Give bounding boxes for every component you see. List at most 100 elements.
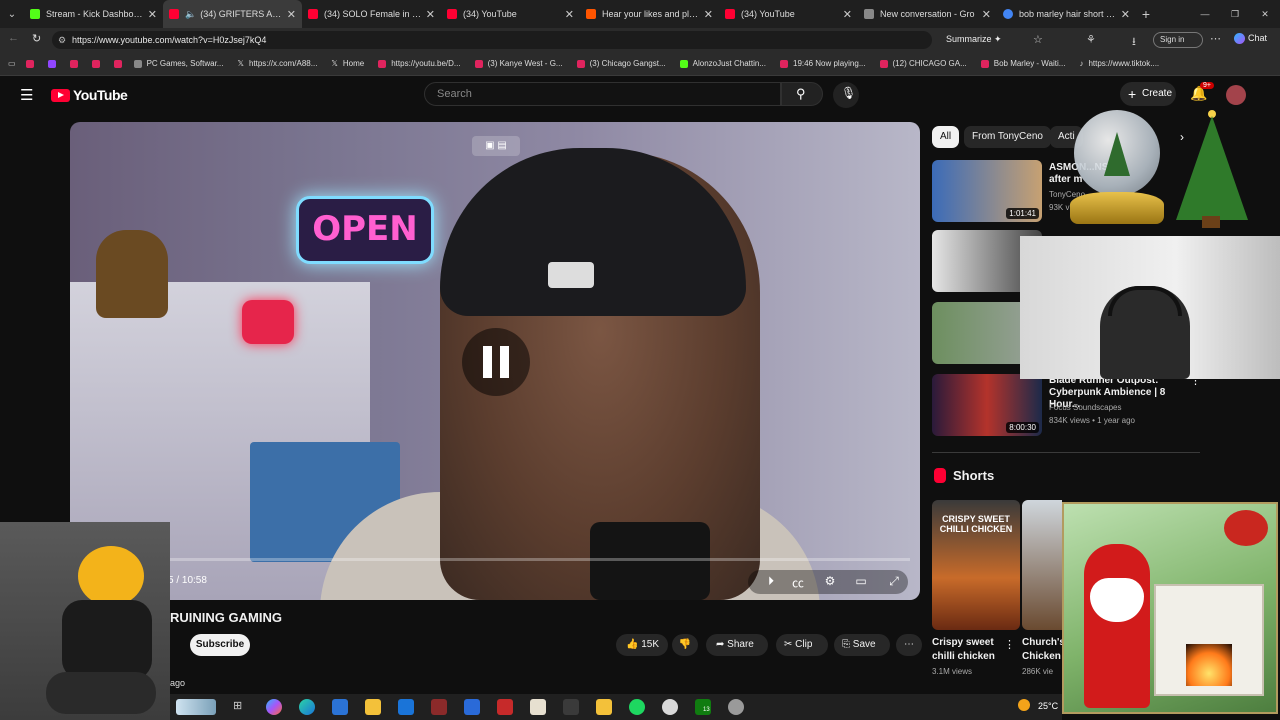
close-tab-icon[interactable]: ✕ — [287, 8, 296, 21]
captions-icon[interactable]: ㏄ — [789, 574, 807, 590]
bookmark-item[interactable]: 19:46 Now playing... — [780, 59, 866, 68]
video-player[interactable]: OPEN ▣ ▤ ⏵ ㏄ ⚙ ▭ ⤢ — [70, 122, 920, 600]
browser-tab-active[interactable]: 🔈(34) GRIFTERS ARE RUIN✕ — [163, 0, 302, 28]
speaker-icon[interactable]: 🔈 — [185, 9, 196, 20]
browser-tab[interactable]: (34) SOLO Female in INDIA✕ — [302, 0, 441, 28]
clip-button[interactable]: ✂ Clip — [776, 634, 828, 656]
browser-tab[interactable]: bob marley hair short freefo✕ — [997, 0, 1136, 28]
bookmark-item[interactable]: 𝕏https://x.com/A88... — [237, 59, 317, 68]
app-icon[interactable] — [728, 699, 744, 715]
short-more-icon[interactable]: ⋮ — [1004, 638, 1015, 651]
extensions-icon[interactable]: ⚘ — [1086, 33, 1096, 46]
youtube-bookmark-icon[interactable] — [25, 59, 34, 68]
bookmark-item[interactable]: (3) Chicago Gangst... — [576, 59, 666, 68]
fl-studio-icon[interactable] — [464, 699, 480, 715]
recommendation-channel[interactable]: Focus Soundscapes — [1049, 403, 1122, 412]
miniplayer-icon[interactable]: ▭ — [852, 574, 870, 590]
chip-from-tonyceno[interactable]: From TonyCeno — [964, 126, 1051, 148]
mega-icon[interactable] — [497, 699, 513, 715]
bookmark-item[interactable]: https://youtu.be/D... — [378, 59, 461, 68]
search-input[interactable]: Search — [424, 82, 781, 106]
browser-tab[interactable]: Hear your likes and playlists✕ — [580, 0, 719, 28]
spotify-icon[interactable] — [629, 699, 645, 715]
youtube-logo[interactable]: YouTube — [51, 87, 128, 103]
browser-tab[interactable]: New conversation - Gro ✕ — [858, 0, 997, 28]
bookmark-item[interactable]: (12) CHICAGO GA... — [879, 59, 967, 68]
copilot-taskbar-icon[interactable] — [266, 699, 282, 715]
close-tab-icon[interactable]: ✕ — [565, 8, 574, 21]
more-actions-button[interactable]: ⋯ — [896, 634, 922, 656]
close-tab-icon[interactable]: ✕ — [426, 8, 435, 21]
recommendation-thumbnail[interactable]: 1:01:41 — [932, 160, 1042, 222]
widgets-icon[interactable] — [176, 699, 216, 715]
short-title[interactable]: Church's Chicken — [1022, 636, 1062, 664]
youtube-bookmark-icon[interactable] — [113, 59, 122, 68]
youtube-bookmark-icon[interactable] — [91, 59, 100, 68]
close-tab-icon[interactable]: ✕ — [148, 8, 157, 21]
share-button[interactable]: ➦ Share — [706, 634, 768, 656]
like-button[interactable]: 👍 15K — [616, 634, 668, 656]
obs-icon[interactable] — [662, 699, 678, 715]
tab-list-chevron-icon[interactable]: ⌄ — [0, 9, 24, 20]
close-tab-icon[interactable]: ✕ — [1121, 8, 1130, 21]
hamburger-menu-icon[interactable]: ☰ — [20, 86, 33, 104]
bookmark-item[interactable]: PC Games, Softwar... — [133, 59, 223, 68]
pencil-app-icon[interactable] — [596, 699, 612, 715]
mail-icon[interactable] — [398, 699, 414, 715]
close-window-icon[interactable]: ✕ — [1250, 9, 1280, 20]
streamlabs-icon[interactable] — [563, 699, 579, 715]
minimize-window-icon[interactable]: — — [1190, 9, 1220, 19]
close-tab-icon[interactable]: ✕ — [704, 8, 713, 21]
edge-browser-icon[interactable] — [299, 699, 315, 715]
bookmark-folder-icon[interactable]: ▭ — [8, 59, 16, 68]
voice-search-button[interactable]: 🎙 — [833, 82, 859, 108]
download-icon[interactable]: ⭳ — [1132, 33, 1136, 52]
summarize-button[interactable]: Summarize ✦ — [946, 34, 1002, 45]
maximize-window-icon[interactable]: ❐ — [1220, 9, 1250, 20]
favorite-star-icon[interactable]: ☆ — [1033, 33, 1043, 46]
browser-tab[interactable]: Stream - Kick Dashboard ✕ — [24, 0, 163, 28]
bookmark-item[interactable]: ♪ https://www.tiktok.... — [1079, 59, 1159, 68]
short-thumbnail[interactable]: CRISPY SWEET CHILLI CHICKEN — [932, 500, 1020, 630]
autoplay-toggle-icon[interactable]: ⏵ — [762, 574, 780, 590]
fullscreen-icon[interactable]: ⤢ — [885, 574, 903, 590]
bookmark-item[interactable]: AlonzoJust Chattin... — [679, 59, 766, 68]
app-icon[interactable] — [431, 699, 447, 715]
new-tab-plus-icon[interactable]: + — [1136, 6, 1156, 22]
settings-gear-icon[interactable]: ⚙ — [821, 574, 839, 590]
signin-button[interactable]: Sign in — [1153, 32, 1203, 48]
pause-button[interactable] — [462, 328, 530, 396]
recommendation-thumbnail[interactable]: 8:00:30 — [932, 374, 1042, 436]
character-app-icon[interactable] — [530, 699, 546, 715]
chip-all[interactable]: All — [932, 126, 960, 148]
copilot-chat-button[interactable]: Chat — [1234, 33, 1267, 45]
xbox-icon[interactable]: 13 — [695, 699, 711, 715]
twitch-bookmark-icon[interactable] — [47, 59, 56, 68]
reload-icon[interactable]: ↻ — [32, 32, 41, 45]
store-icon[interactable] — [332, 699, 348, 715]
subscribe-button[interactable]: Subscribe — [190, 634, 250, 656]
more-menu-icon[interactable]: ⋯ — [1210, 32, 1221, 45]
save-button[interactable]: ⎘ Save — [834, 634, 890, 656]
search-button[interactable]: ⚲ — [781, 82, 823, 106]
bookmark-item[interactable]: Bob Marley - Waiti... — [980, 59, 1065, 68]
x-logo-icon: 𝕏 — [331, 59, 338, 68]
browser-tab[interactable]: (34) YouTube ✕ — [441, 0, 580, 28]
bookmark-item[interactable]: 𝕏 Home — [331, 59, 364, 68]
create-button[interactable]: + Create — [1120, 82, 1176, 106]
youtube-bookmark-icon[interactable] — [69, 59, 78, 68]
browser-tab[interactable]: (34) YouTube ✕ — [719, 0, 858, 28]
file-explorer-icon[interactable] — [365, 699, 381, 715]
bookmark-item[interactable]: (3) Kanye West - G... — [474, 59, 563, 68]
address-bar[interactable]: ⚙ https://www.youtube.com/watch?v=H0zJse… — [52, 31, 932, 49]
task-view-icon[interactable]: ⊞ — [233, 699, 249, 715]
close-tab-icon[interactable]: ✕ — [843, 8, 852, 21]
close-tab-icon[interactable]: ✕ — [982, 8, 991, 21]
back-arrow-icon[interactable]: ← — [8, 32, 19, 44]
video-progress-bar[interactable] — [170, 558, 910, 561]
site-info-icon[interactable]: ⚙ — [58, 31, 66, 49]
dislike-button[interactable]: 👎 — [672, 634, 698, 656]
short-thumbnail[interactable] — [1022, 500, 1062, 630]
avatar[interactable] — [1226, 85, 1246, 105]
short-title[interactable]: Crispy sweet chilli chicken — [932, 636, 1002, 664]
